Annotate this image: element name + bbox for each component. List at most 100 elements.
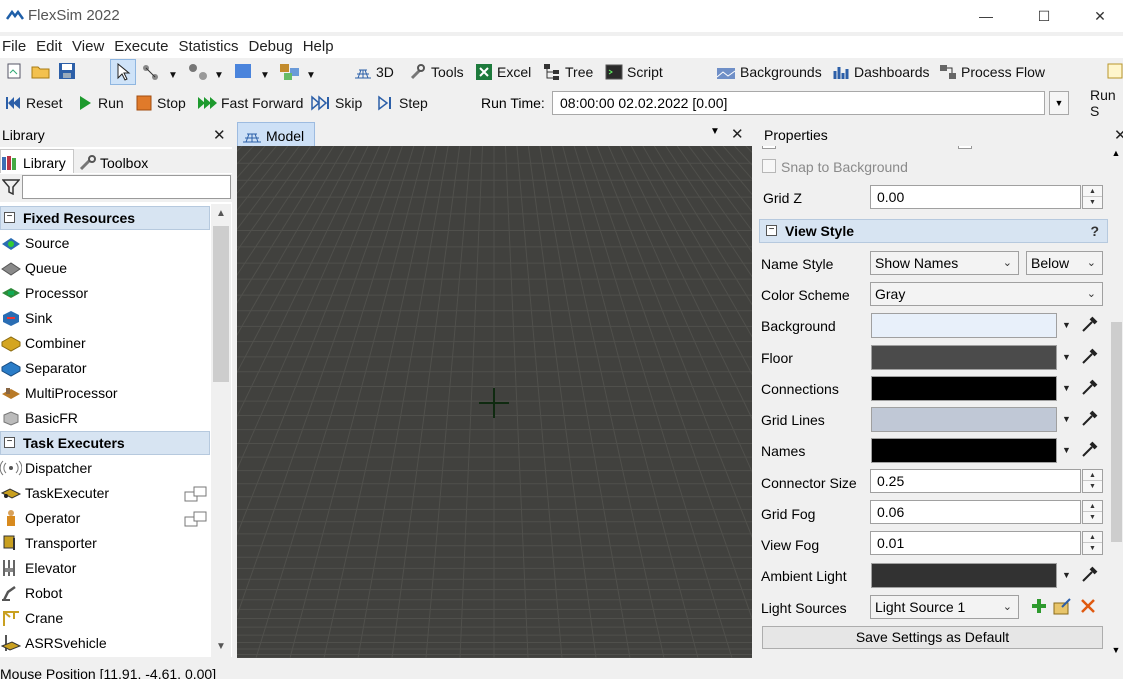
library-item-elevator[interactable]: Elevator [0, 555, 210, 580]
scroll-up-icon[interactable]: ▲ [211, 204, 231, 224]
menu-statistics[interactable]: Statistics [175, 36, 241, 58]
create-objects-icon[interactable] [187, 62, 211, 82]
tab-toolbox[interactable]: Toolbox [78, 149, 166, 173]
color-scheme-select[interactable]: Gray ⌄ [870, 282, 1103, 306]
ambient-light-dropdown-icon[interactable]: ▼ [1062, 570, 1071, 580]
select-mode-button[interactable] [110, 59, 136, 85]
names-color-dropdown-icon[interactable]: ▼ [1062, 445, 1071, 455]
library-filter-input[interactable] [22, 175, 231, 199]
background-color-dropdown-icon[interactable]: ▼ [1062, 320, 1071, 330]
connect-dropdown-icon[interactable]: ▼ [168, 62, 178, 88]
run-time-field[interactable]: 08:00:00 02.02.2022 [0.00] [552, 91, 1045, 115]
model-menu-dropdown-icon[interactable]: ▼ [710, 126, 720, 137]
dashboards-button[interactable]: Dashboards [832, 59, 930, 85]
process-flow-button[interactable]: Process Flow [939, 59, 1045, 85]
eyedropper-icon[interactable] [1080, 408, 1100, 428]
help-icon[interactable]: ? [1090, 223, 1099, 239]
library-item-taskexecuter[interactable]: TaskExecuter [0, 480, 210, 505]
properties-scroll-thumb[interactable] [1111, 322, 1122, 542]
fast-forward-button[interactable]: Fast Forward [197, 90, 303, 116]
grid-fog-input[interactable]: 0.06 [870, 500, 1081, 524]
stop-button[interactable]: Stop [135, 90, 186, 116]
connect-objects-icon[interactable] [141, 62, 165, 82]
library-item-dispatcher[interactable]: Dispatcher [0, 455, 210, 480]
tab-model[interactable]: Model [237, 122, 315, 146]
connections-color-swatch[interactable] [871, 376, 1057, 401]
name-style-select[interactable]: Show Names ⌄ [870, 251, 1019, 275]
eyedropper-icon[interactable] [1080, 439, 1100, 459]
library-item-combiner[interactable]: Combiner [0, 330, 210, 355]
eyedropper-icon[interactable] [1080, 377, 1100, 397]
tree-button[interactable]: Tree [543, 59, 593, 85]
tools-button[interactable]: Tools [409, 59, 464, 85]
open-folder-icon[interactable] [31, 62, 51, 80]
eyedropper-icon[interactable] [1080, 314, 1100, 334]
library-item-queue[interactable]: Queue [0, 255, 210, 280]
library-item-robot[interactable]: Robot [0, 580, 210, 605]
expand-group-icon[interactable] [184, 511, 208, 527]
3d-view-button[interactable]: 3D [354, 59, 394, 85]
light-sources-select[interactable]: Light Source 1 ⌄ [870, 595, 1019, 619]
view-fog-spinner[interactable]: ▲ ▼ [1082, 531, 1103, 555]
library-item-source[interactable]: Source [0, 230, 210, 255]
library-item-crane[interactable]: Crane [0, 605, 210, 630]
grid-lines-color-dropdown-icon[interactable]: ▼ [1062, 414, 1071, 424]
floor-color-swatch[interactable] [871, 345, 1057, 370]
library-item-operator[interactable]: Operator [0, 505, 210, 530]
excel-button[interactable]: Excel [475, 59, 531, 85]
snap-to-background-checkbox[interactable] [762, 159, 776, 173]
library-item-transporter[interactable]: Transporter [0, 530, 210, 555]
shape-icon[interactable] [234, 63, 252, 79]
menu-debug[interactable]: Debug [246, 36, 296, 58]
group-dropdown-icon[interactable]: ▼ [306, 62, 316, 88]
library-scrollbar[interactable]: ▲ ▼ [211, 204, 231, 657]
maximize-button[interactable]: ☐ [1021, 0, 1067, 32]
connector-size-input[interactable]: 0.25 [870, 469, 1081, 493]
edit-light-icon[interactable] [1053, 597, 1073, 615]
grid-z-spinner[interactable]: ▲ ▼ [1082, 185, 1103, 209]
shape-dropdown-icon[interactable]: ▼ [260, 62, 270, 88]
backgrounds-button[interactable]: Backgrounds [716, 59, 822, 85]
checkbox[interactable] [958, 146, 972, 149]
library-item-asrsvehicle[interactable]: ASRSvehicle [0, 630, 210, 655]
scroll-down-icon[interactable]: ▼ [211, 637, 231, 657]
add-light-icon[interactable] [1031, 598, 1047, 614]
library-item-basicfr[interactable]: BasicFR [0, 405, 210, 430]
grid-lines-color-swatch[interactable] [871, 407, 1057, 432]
connector-size-spinner[interactable]: ▲ ▼ [1082, 469, 1103, 493]
scroll-down-icon[interactable]: ▼ [1109, 645, 1123, 655]
menu-edit[interactable]: Edit [33, 36, 65, 58]
library-item-multiprocessor[interactable]: MultiProcessor [0, 380, 210, 405]
script-button[interactable]: Script [605, 59, 663, 85]
save-settings-default-button[interactable]: Save Settings as Default [762, 626, 1103, 649]
group-fixed-resources[interactable]: − Fixed Resources [0, 206, 210, 230]
menu-file[interactable]: File [0, 36, 29, 58]
step-button[interactable]: Step [377, 90, 428, 116]
menu-execute[interactable]: Execute [111, 36, 171, 58]
floor-color-dropdown-icon[interactable]: ▼ [1062, 352, 1071, 362]
run-button[interactable]: Run [76, 90, 124, 116]
model-close-icon[interactable]: ✕ [731, 125, 744, 143]
names-color-swatch[interactable] [871, 438, 1057, 463]
menu-view[interactable]: View [69, 36, 107, 58]
new-file-icon[interactable] [5, 62, 23, 80]
model-3d-view[interactable] [237, 146, 752, 658]
expand-group-icon[interactable] [184, 486, 208, 502]
delete-light-icon[interactable] [1080, 598, 1096, 614]
save-icon[interactable] [58, 62, 76, 80]
grid-fog-spinner[interactable]: ▲ ▼ [1082, 500, 1103, 524]
view-fog-input[interactable]: 0.01 [870, 531, 1081, 555]
view-style-section[interactable]: − View Style ? [759, 219, 1108, 243]
library-item-separator[interactable]: Separator [0, 355, 210, 380]
properties-scrollbar[interactable]: ▲ ▼ [1109, 146, 1123, 657]
library-close-icon[interactable]: ✕ [213, 126, 226, 144]
connections-color-dropdown-icon[interactable]: ▼ [1062, 383, 1071, 393]
minimize-button[interactable]: — [963, 0, 1009, 32]
checkbox[interactable] [762, 146, 776, 149]
reset-button[interactable]: Reset [4, 90, 63, 116]
eyedropper-icon[interactable] [1080, 346, 1100, 366]
close-button[interactable]: ✕ [1077, 0, 1123, 32]
create-dropdown-icon[interactable]: ▼ [214, 62, 224, 88]
notes-icon[interactable] [1106, 62, 1123, 80]
tab-library[interactable]: Library [0, 149, 74, 173]
